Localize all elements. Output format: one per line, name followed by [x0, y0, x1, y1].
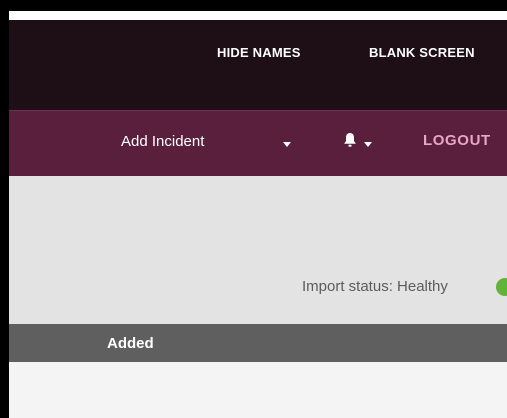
logout-button[interactable]: LOGOUT — [423, 132, 491, 149]
bell-icon[interactable] — [343, 132, 357, 148]
hide-names-button[interactable]: HIDE NAMES — [217, 45, 301, 60]
blank-screen-button[interactable]: BLANK SCREEN — [369, 45, 475, 60]
screen-frame: HIDE NAMES BLANK SCREEN Add Incident LOG… — [0, 0, 507, 418]
top-utility-bar: HIDE NAMES BLANK SCREEN — [9, 20, 507, 110]
table-header: Added — [9, 324, 507, 362]
status-indicator-icon — [496, 278, 507, 296]
add-incident-menu[interactable]: Add Incident — [121, 133, 204, 150]
import-status-text: Import status: Healthy — [302, 278, 448, 295]
main-nav-bar: Add Incident LOGOUT — [9, 110, 507, 176]
top-strip — [9, 11, 507, 20]
chevron-down-icon[interactable] — [283, 142, 291, 147]
status-area: Import status: Healthy — [9, 176, 507, 324]
column-header-added[interactable]: Added — [107, 335, 154, 352]
chevron-down-icon[interactable] — [364, 142, 372, 147]
browser-viewport: HIDE NAMES BLANK SCREEN Add Incident LOG… — [9, 11, 507, 418]
table-body — [9, 362, 507, 418]
